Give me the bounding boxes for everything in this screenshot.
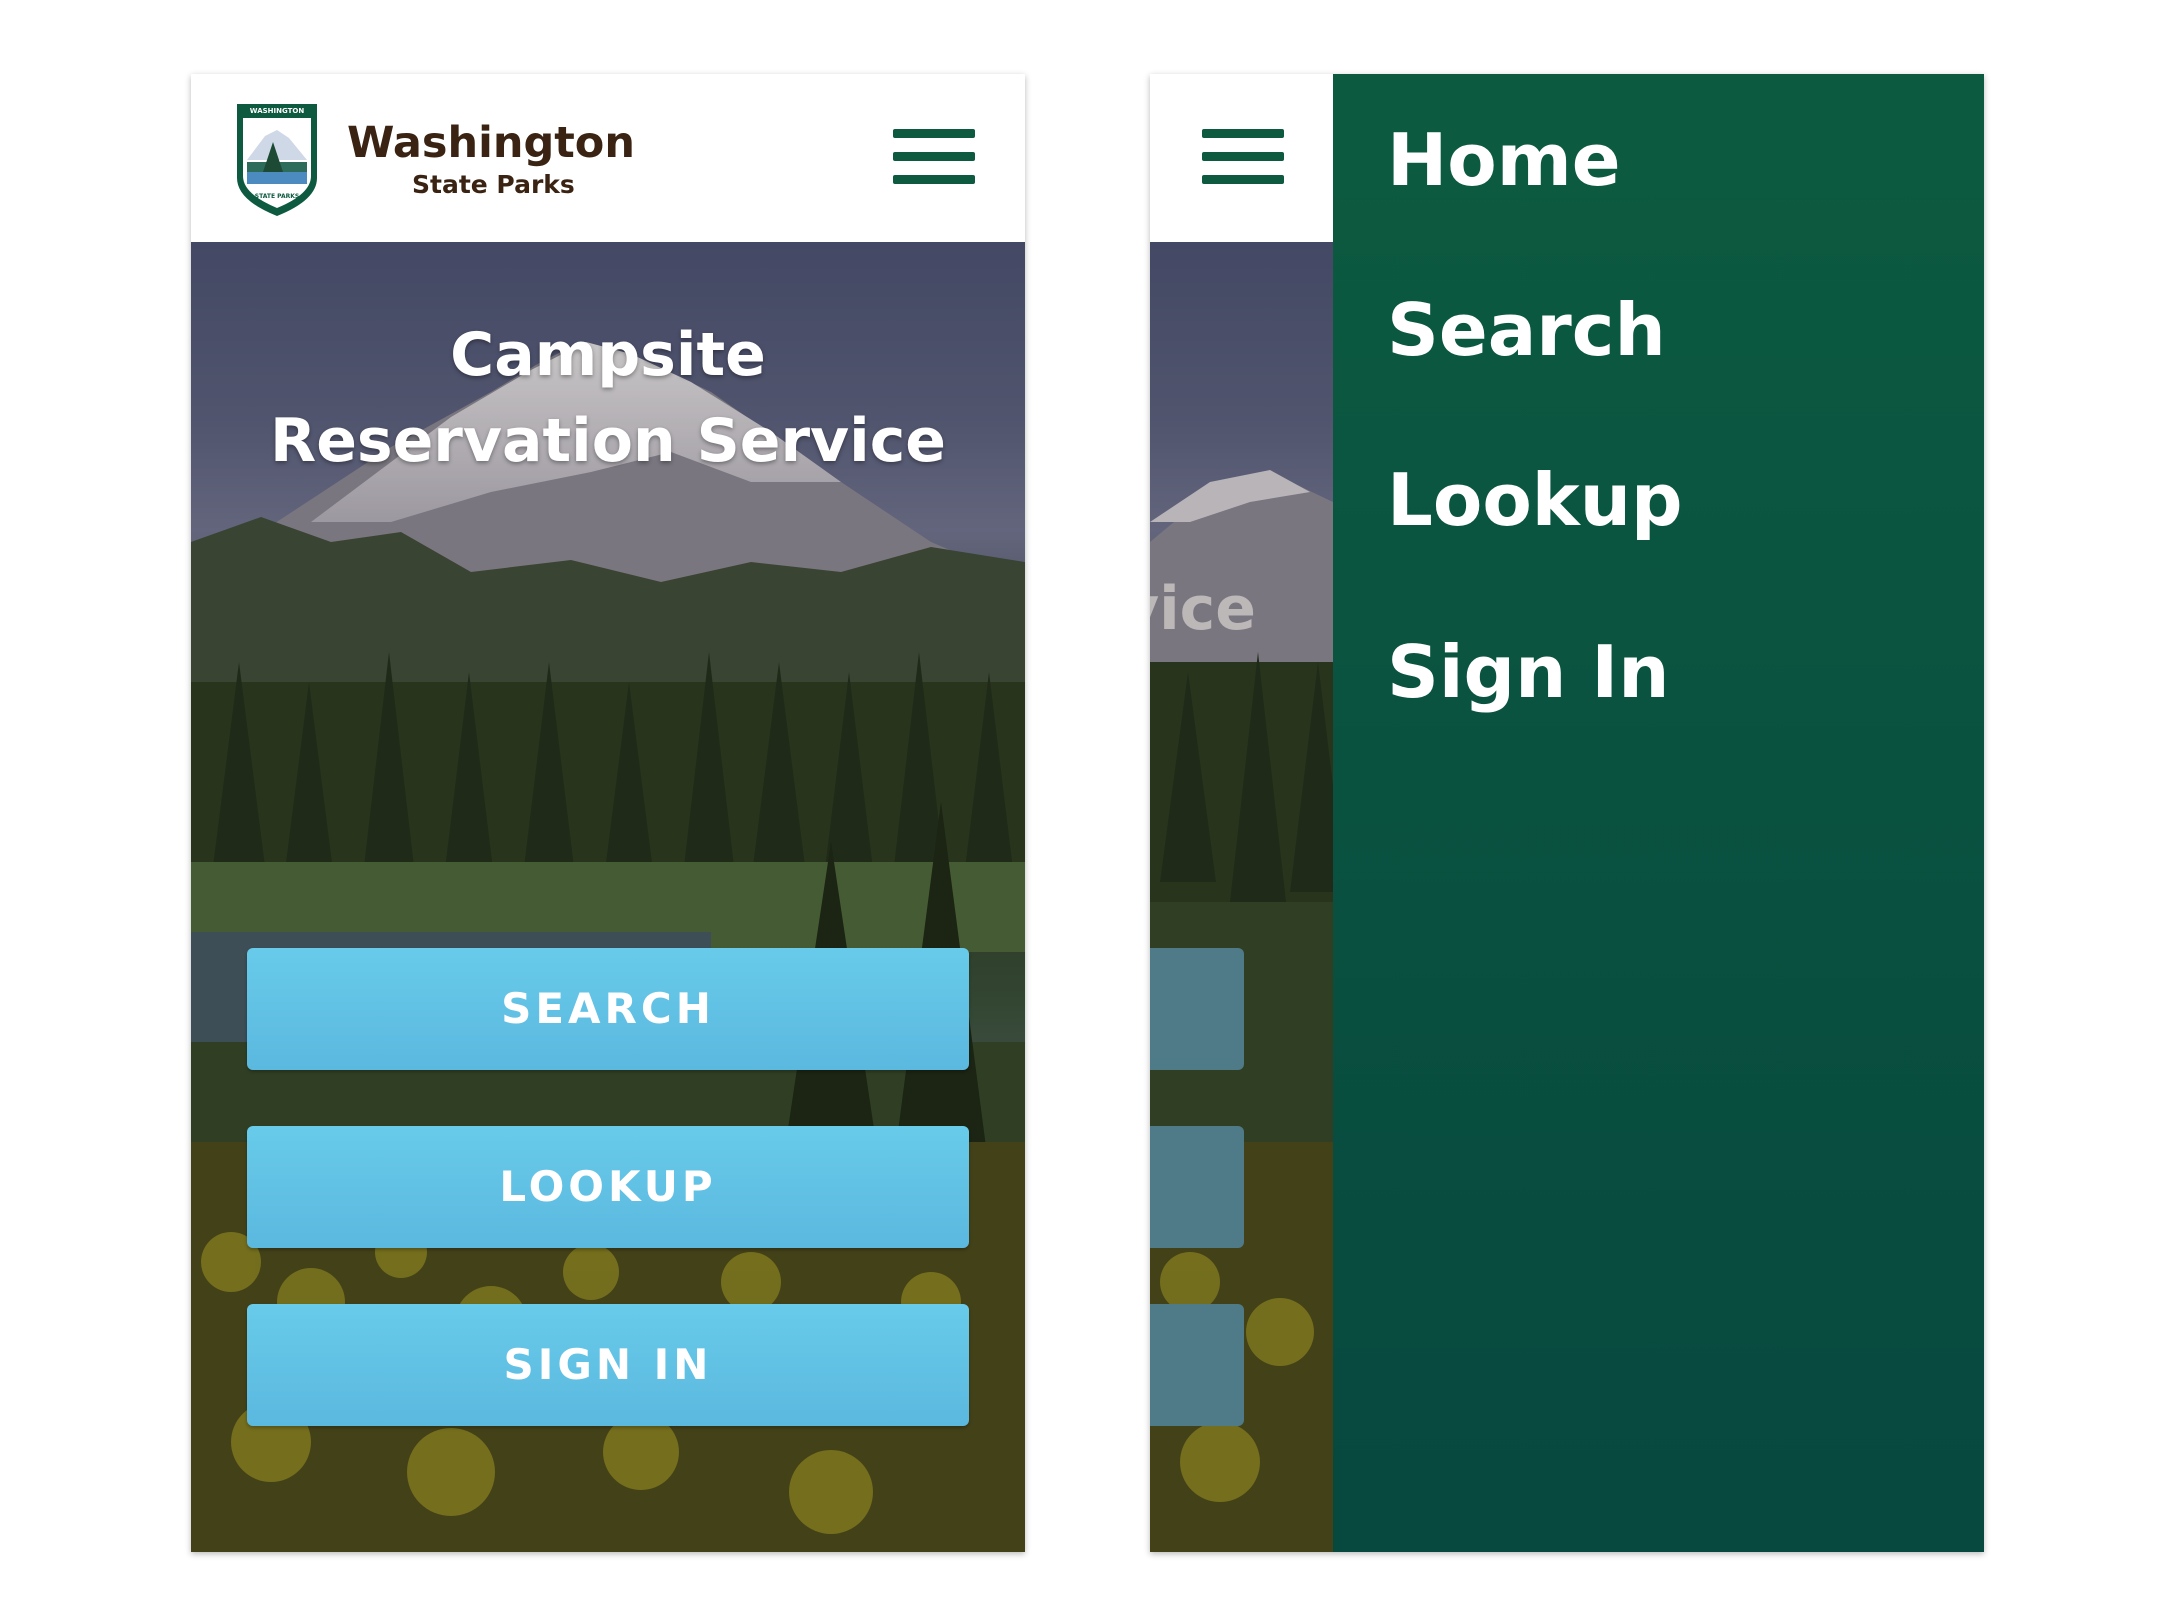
drawer-item-home[interactable]: Home <box>1387 118 1621 202</box>
hero-title-line-2: Reservation Service <box>270 406 946 476</box>
navigation-drawer: Home Search Lookup Sign In <box>1333 74 1984 1552</box>
hero-title: Campsite Reservation Service <box>191 312 1025 484</box>
logo-badge-top-text: WASHINGTON <box>250 107 305 115</box>
drawer-item-lookup[interactable]: Lookup <box>1387 458 1683 542</box>
brand-subtitle: State Parks <box>412 170 575 199</box>
hamburger-menu-icon[interactable] <box>893 129 975 185</box>
hero-title-line-1: Campsite <box>450 320 766 390</box>
lookup-button-peek[interactable] <box>1150 1126 1244 1248</box>
lookup-button[interactable]: LOOKUP <box>247 1126 969 1248</box>
sign-in-button-peek[interactable] <box>1150 1304 1244 1426</box>
search-button[interactable]: SEARCH <box>247 948 969 1070</box>
sign-in-button[interactable]: SIGN IN <box>247 1304 969 1426</box>
search-button-peek[interactable] <box>1150 948 1244 1070</box>
drawer-item-search[interactable]: Search <box>1387 288 1666 372</box>
hero-title-peek: vice <box>1150 574 1256 644</box>
drawer-item-sign-in[interactable]: Sign In <box>1387 630 1669 714</box>
brand-title: Washington <box>347 118 635 168</box>
state-parks-logo[interactable]: WASHINGTON STATE PARKS <box>233 100 321 218</box>
logo-badge-bottom-text: STATE PARKS <box>255 193 300 200</box>
top-bar: WASHINGTON STATE PARKS Washington State … <box>191 74 1025 242</box>
home-screen: WASHINGTON STATE PARKS Washington State … <box>191 74 1025 1552</box>
hamburger-menu-icon[interactable] <box>1202 129 1284 185</box>
menu-open-screen: vice Home Search Lookup Sign In <box>1150 74 1984 1552</box>
